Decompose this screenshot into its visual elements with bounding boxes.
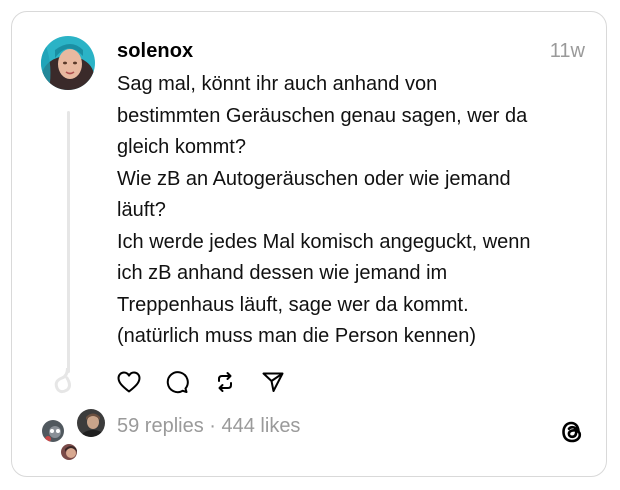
comment-icon (166, 371, 189, 394)
reply-button[interactable] (164, 369, 190, 395)
post-text-line: gleich kommt? (117, 136, 246, 158)
share-button[interactable] (260, 369, 286, 395)
replies-count[interactable]: 59 replies (117, 415, 204, 437)
thread-line (67, 111, 70, 373)
post-text-line: Ich werde jedes Mal komisch angeguckt, w… (117, 230, 531, 253)
author-avatar[interactable] (41, 36, 95, 90)
post-text-line: bestimmten Geräuschen genau sagen, wer d… (117, 104, 528, 127)
post-text-line: Sag mal, könnt ihr auch anhand von (117, 73, 438, 95)
like-button[interactable] (116, 369, 142, 395)
replier-avatar (59, 442, 79, 462)
post-timestamp[interactable]: 11w (550, 40, 585, 63)
post-text-line: Wie zB an Autogeräuschen oder wie jemand (117, 167, 511, 190)
post-text-line: läuft? (117, 199, 166, 221)
repost-icon (218, 372, 232, 392)
likes-count[interactable]: 444 likes (222, 415, 301, 437)
post-text-line: ich zB anhand dessen wie jemand im (117, 262, 448, 284)
post-text-line: (natürlich muss man die Person kennen) (117, 325, 477, 347)
thread-loop-icon (54, 368, 71, 394)
repost-button[interactable] (212, 369, 238, 395)
heart-icon (117, 371, 141, 393)
replier-avatar (75, 407, 107, 439)
threads-logo-icon[interactable] (558, 418, 586, 446)
author-username[interactable]: solenox (117, 40, 193, 63)
share-icon (262, 372, 284, 392)
post-text: Sag mal, könnt ihr auch anhand von besti… (117, 69, 587, 353)
post-card: solenox 11w Sag mal, könnt ihr auch anha… (11, 11, 607, 477)
stats-separator: · (209, 415, 222, 437)
post-actions (116, 369, 286, 395)
post-text-line: Treppenhaus läuft, sage wer da kommt. (117, 293, 469, 316)
replier-avatar (40, 418, 66, 444)
post-stats: 59 replies · 444 likes (117, 415, 300, 438)
